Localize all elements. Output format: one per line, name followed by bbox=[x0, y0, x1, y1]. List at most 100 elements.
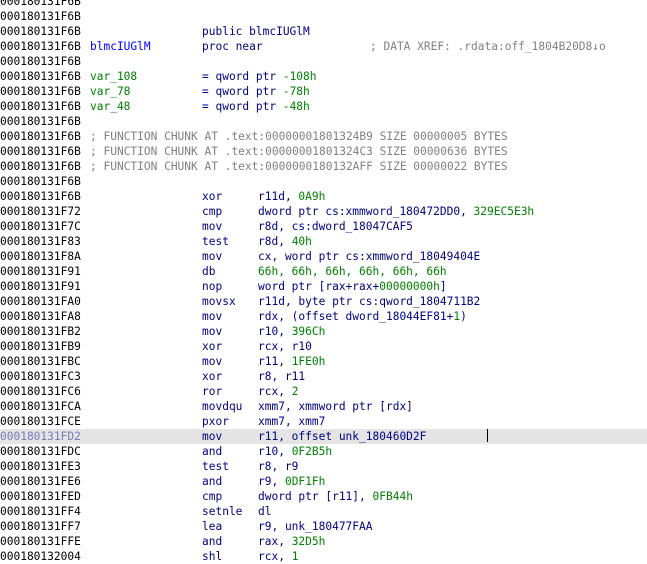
listing-line[interactable]: 000180131F6B ; FUNCTION CHUNK AT .text:00… bbox=[0, 159, 647, 174]
operand-part[interactable]: r8d, bbox=[258, 235, 292, 248]
operand-part[interactable]: r10, bbox=[258, 445, 292, 458]
operands[interactable]: cx, word ptr cs:xmmword_18049404E bbox=[258, 249, 480, 264]
listing-line[interactable]: 000180131F8A mov cx, word ptr cs:xmmword_1… bbox=[0, 249, 647, 264]
mnemonic[interactable]: mov bbox=[202, 249, 222, 264]
listing-line[interactable]: 000180131F6B blmcIUGlM ; DATA XREF: .rdata… bbox=[0, 39, 647, 54]
listing-line[interactable]: 000180131F91 db 66h, 66h, 66h, 66h, 66h, 6… bbox=[0, 264, 647, 279]
operands[interactable]: xmm7, xmmword ptr [rdx] bbox=[258, 399, 413, 414]
listing-line[interactable]: 000180131F6B bbox=[0, 114, 647, 129]
address[interactable]: 000180131FE6 bbox=[0, 474, 81, 489]
listing-line[interactable]: 000180131F6B ; FUNCTION CHUNK AT .text:00… bbox=[0, 144, 647, 159]
operand-part[interactable]: r11, offset unk_180460D2F bbox=[258, 430, 426, 443]
address[interactable]: 000180131F6B bbox=[0, 39, 81, 54]
mnemonic[interactable]: mov bbox=[202, 354, 222, 369]
operands[interactable]: rax, 32D5h bbox=[258, 534, 325, 549]
address[interactable]: 000180131F91 bbox=[0, 279, 81, 294]
address[interactable]: 000180131F6B bbox=[0, 114, 81, 129]
operand-part[interactable]: ] bbox=[440, 280, 447, 293]
operands[interactable]: rcx, r10 bbox=[258, 339, 312, 354]
listing-line[interactable]: 000180131F7C mov r8d, cs:dword_18047CAF5 bbox=[0, 219, 647, 234]
listing-line[interactable]: 000180131F91 nop word ptr [rax+rax+0000000… bbox=[0, 279, 647, 294]
operand-part[interactable]: 0F2B5h bbox=[292, 445, 332, 458]
operand-part[interactable]: 396Ch bbox=[292, 325, 326, 338]
listing-line[interactable]: 000180131F6B public blmcIUGlM bbox=[0, 24, 647, 39]
operand-part[interactable]: dword ptr [r11], bbox=[258, 490, 373, 503]
xref-comment[interactable]: ; DATA XREF: .rdata:off_1804B20D8↓o bbox=[370, 39, 606, 54]
operand-part[interactable]: xmm7, xmm7 bbox=[258, 415, 325, 428]
address[interactable]: 000180131FFE bbox=[0, 534, 81, 549]
operands[interactable]: r10, 396Ch bbox=[258, 324, 325, 339]
mnemonic[interactable]: mov bbox=[202, 429, 222, 444]
listing-line[interactable]: 000180131FF7 lea r9, unk_180477FAA bbox=[0, 519, 647, 534]
address[interactable]: 000180131F6B bbox=[0, 99, 81, 114]
mnemonic[interactable]: and bbox=[202, 474, 222, 489]
operand-part[interactable]: 32D5h bbox=[292, 535, 326, 548]
operand-part[interactable]: dword ptr cs:xmmword_180472DD0, bbox=[258, 205, 474, 218]
address[interactable]: 000180131FD2 bbox=[0, 429, 81, 444]
stack-variable[interactable]: var_78 bbox=[90, 84, 130, 99]
operand-part[interactable]: 0FB44h bbox=[373, 490, 413, 503]
mnemonic[interactable]: xor bbox=[202, 189, 222, 204]
address[interactable]: 000180131F6B bbox=[0, 24, 81, 39]
operands[interactable]: dword ptr cs:xmmword_180472DD0, 329EC5E3… bbox=[258, 204, 534, 219]
listing-line[interactable]: 000180131FDC and r10, 0F2B5h bbox=[0, 444, 647, 459]
address[interactable]: 000180131F6B bbox=[0, 69, 81, 84]
operands[interactable]: r9, unk_180477FAA bbox=[258, 519, 373, 534]
mnemonic[interactable]: mov bbox=[202, 324, 222, 339]
address[interactable]: 000180131FCA bbox=[0, 399, 81, 414]
operands[interactable]: r11, offset unk_180460D2F bbox=[258, 429, 426, 444]
address[interactable]: 000180131F6B bbox=[0, 84, 81, 99]
address[interactable]: 000180131F6B bbox=[0, 54, 81, 69]
listing-line[interactable]: 000180131FA0 movsx r11d, byte ptr cs:qword… bbox=[0, 294, 647, 309]
mnemonic[interactable]: and bbox=[202, 534, 222, 549]
address[interactable]: 000180131FBC bbox=[0, 354, 81, 369]
mnemonic[interactable]: db bbox=[202, 264, 215, 279]
operands[interactable]: r8d, 40h bbox=[258, 234, 312, 249]
operand-part[interactable]: 329EC5E3h bbox=[474, 205, 535, 218]
listing-line[interactable]: 000180131FC6 ror rcx, 2 bbox=[0, 384, 647, 399]
address[interactable]: 000180131F8A bbox=[0, 249, 81, 264]
operands[interactable]: dword ptr [r11], 0FB44h bbox=[258, 489, 413, 504]
operand-part[interactable]: r8, r11 bbox=[258, 370, 305, 383]
address[interactable]: 000180131FF7 bbox=[0, 519, 81, 534]
stack-variable[interactable]: var_48 bbox=[90, 99, 130, 114]
operand-part[interactable]: 0A9h bbox=[298, 190, 325, 203]
address[interactable]: 000180131FA0 bbox=[0, 294, 81, 309]
address[interactable]: 000180131F6B bbox=[0, 9, 81, 24]
operand-part[interactable]: 66h, 66h, 66h, 66h, 66h, 66h bbox=[258, 265, 447, 278]
listing-line[interactable]: 000180131FE3 test r8, r9 bbox=[0, 459, 647, 474]
operand-part[interactable]: dl bbox=[258, 505, 271, 518]
listing-line[interactable]: 000180131F6B var_108 = qword ptr -108h bbox=[0, 69, 647, 84]
mnemonic[interactable]: cmp bbox=[202, 204, 222, 219]
mnemonic[interactable]: mov bbox=[202, 309, 222, 324]
address[interactable]: 000180131F6B bbox=[0, 159, 81, 174]
address[interactable]: 000180131F6B bbox=[0, 174, 81, 189]
address[interactable]: 000180131F6B bbox=[0, 189, 81, 204]
listing-line[interactable]: 000180131FBC mov r11, 1FE0h bbox=[0, 354, 647, 369]
listing-line[interactable]: 000180131F6B bbox=[0, 9, 647, 24]
operand-part[interactable]: r8d, cs:dword_18047CAF5 bbox=[258, 220, 413, 233]
listing-line[interactable]: 000180131FFE and rax, 32D5h bbox=[0, 534, 647, 549]
address[interactable]: 000180131FF4 bbox=[0, 504, 81, 519]
operand-part[interactable]: r9, bbox=[258, 475, 285, 488]
listing-line[interactable]: 000180131FB9 xor rcx, r10 bbox=[0, 339, 647, 354]
listing-line[interactable]: 000180131F6B var_78 = qword ptr -78h bbox=[0, 84, 647, 99]
mnemonic[interactable]: mov bbox=[202, 219, 222, 234]
address[interactable]: 000180131FED bbox=[0, 489, 81, 504]
operand-part[interactable]: rdx, (offset dword_18044EF81+ bbox=[258, 310, 453, 323]
address[interactable]: 000180131FB2 bbox=[0, 324, 81, 339]
operands[interactable]: r10, 0F2B5h bbox=[258, 444, 332, 459]
operand-part[interactable]: ) bbox=[460, 310, 467, 323]
mnemonic[interactable]: nop bbox=[202, 279, 222, 294]
listing-line[interactable]: 000180131F6B ; FUNCTION CHUNK AT .text:00… bbox=[0, 129, 647, 144]
address[interactable]: 000180131FB9 bbox=[0, 339, 81, 354]
mnemonic[interactable]: setnle bbox=[202, 504, 242, 519]
address[interactable]: 000180131FE3 bbox=[0, 459, 81, 474]
listing-line[interactable]: 000180131F6B bbox=[0, 54, 647, 69]
mnemonic[interactable]: and bbox=[202, 444, 222, 459]
mnemonic[interactable]: ror bbox=[202, 384, 222, 399]
mnemonic[interactable]: xor bbox=[202, 339, 222, 354]
listing-line[interactable]: 000180131FED cmp dword ptr [r11], 0FB44h bbox=[0, 489, 647, 504]
operand-part[interactable]: r9, unk_180477FAA bbox=[258, 520, 373, 533]
mnemonic[interactable]: xor bbox=[202, 369, 222, 384]
